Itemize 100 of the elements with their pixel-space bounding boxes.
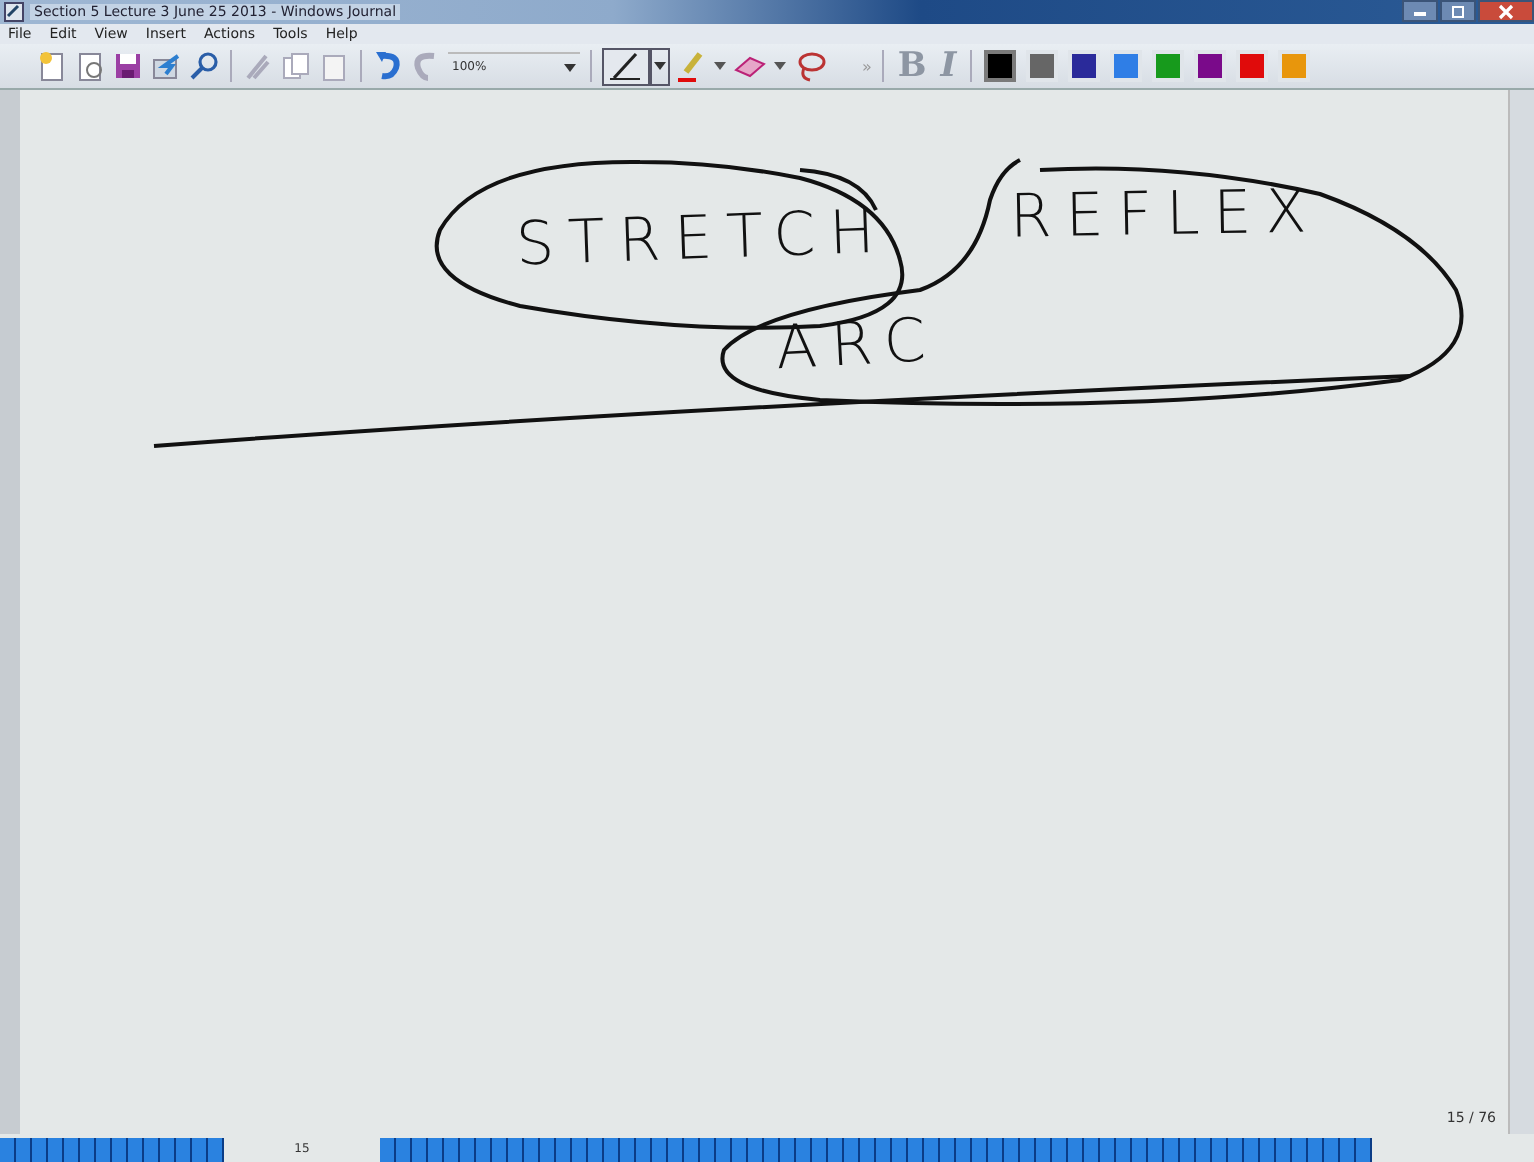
caret-icon[interactable] [714, 62, 726, 70]
page-thumbnail[interactable] [1052, 1138, 1068, 1162]
page-thumbnail[interactable] [492, 1138, 508, 1162]
page-thumbnail[interactable] [428, 1138, 444, 1162]
page-thumbnail[interactable] [412, 1138, 428, 1162]
page-thumbnail[interactable] [524, 1138, 540, 1162]
page-thumbnail[interactable] [208, 1138, 224, 1162]
handwritten-text: STRETCH [515, 203, 890, 277]
page-thumbnail[interactable] [636, 1138, 652, 1162]
page-thumbnail[interactable] [1324, 1138, 1340, 1162]
page-thumbnail[interactable] [700, 1138, 716, 1162]
page-thumbnail[interactable] [668, 1138, 684, 1162]
page-thumbnail[interactable] [540, 1138, 556, 1162]
page-thumbnail[interactable] [796, 1138, 812, 1162]
page-thumbnail[interactable] [732, 1138, 748, 1162]
new-note-icon[interactable] [36, 50, 68, 82]
highlighter-icon[interactable] [676, 50, 708, 82]
page-thumbnail[interactable] [940, 1138, 956, 1162]
close-icon [1498, 3, 1514, 19]
page-thumbnail[interactable] [892, 1138, 908, 1162]
page-thumbnail[interactable] [64, 1138, 80, 1162]
pen-dropdown[interactable] [650, 47, 670, 85]
page-thumbnail[interactable] [620, 1138, 636, 1162]
page-thumbnail[interactable] [860, 1138, 876, 1162]
page-thumbnail[interactable] [1180, 1138, 1196, 1162]
handwritten-text: REFLEX [1009, 183, 1322, 249]
page-thumbnail[interactable] [1116, 1138, 1132, 1162]
copy-icon[interactable] [280, 50, 312, 82]
page-thumbnail[interactable] [80, 1138, 96, 1162]
page-thumbnail[interactable] [396, 1138, 412, 1162]
close-button[interactable] [1478, 0, 1534, 22]
page-thumbnail[interactable] [988, 1138, 1004, 1162]
caret-icon[interactable] [774, 62, 786, 70]
page-thumbnail[interactable] [48, 1138, 64, 1162]
page-thumbnail[interactable] [508, 1138, 524, 1162]
page-thumbnail[interactable] [572, 1138, 588, 1162]
page-thumbnail[interactable] [604, 1138, 620, 1162]
page-thumbnail[interactable] [1276, 1138, 1292, 1162]
page-thumbnail[interactable] [160, 1138, 176, 1162]
page-thumbnail[interactable] [144, 1138, 160, 1162]
page-thumbnail[interactable] [812, 1138, 828, 1162]
page-thumbnail[interactable] [972, 1138, 988, 1162]
paste-icon[interactable] [318, 50, 350, 82]
page-thumbnail[interactable] [1148, 1138, 1164, 1162]
page-thumbnail[interactable] [716, 1138, 732, 1162]
page-thumbnail[interactable] [748, 1138, 764, 1162]
minimize-button[interactable] [1402, 0, 1438, 22]
page-thumbnail[interactable] [16, 1138, 32, 1162]
page-thumbnail[interactable] [0, 1138, 16, 1162]
page-thumbnail[interactable] [176, 1138, 192, 1162]
page-thumbnail[interactable] [588, 1138, 604, 1162]
page-thumbnail[interactable] [1196, 1138, 1212, 1162]
page-thumbnail[interactable] [684, 1138, 700, 1162]
page-thumbnail[interactable] [956, 1138, 972, 1162]
page-thumbnail[interactable] [764, 1138, 780, 1162]
page-thumbnail[interactable] [1260, 1138, 1276, 1162]
page-thumbnail[interactable] [1100, 1138, 1116, 1162]
page-thumbnail[interactable] [1084, 1138, 1100, 1162]
cut-icon[interactable] [242, 50, 274, 82]
page-thumbnail[interactable] [1228, 1138, 1244, 1162]
page-thumbnail[interactable] [908, 1138, 924, 1162]
save-icon[interactable] [112, 50, 144, 82]
pen-button[interactable] [602, 47, 650, 85]
page-thumbnail[interactable] [1292, 1138, 1308, 1162]
page-thumbnail[interactable] [1340, 1138, 1356, 1162]
page-thumbnail[interactable] [828, 1138, 844, 1162]
page-thumbnail[interactable] [192, 1138, 208, 1162]
caret-icon [564, 63, 576, 71]
caret-icon [654, 62, 666, 70]
page-thumbnail[interactable] [1164, 1138, 1180, 1162]
page-thumbnail[interactable] [380, 1138, 396, 1162]
page-thumbnail[interactable] [1020, 1138, 1036, 1162]
page-thumbnail[interactable] [112, 1138, 128, 1162]
scrollbar[interactable] [1508, 90, 1534, 1134]
undo-icon[interactable] [372, 50, 404, 82]
maximize-button[interactable] [1440, 0, 1476, 22]
page-thumbnail[interactable] [1244, 1138, 1260, 1162]
page-thumbnail[interactable] [128, 1138, 144, 1162]
page-thumbnail[interactable] [780, 1138, 796, 1162]
page-thumbnail[interactable] [1212, 1138, 1228, 1162]
open-note-icon[interactable] [74, 50, 106, 82]
page-thumbnail[interactable] [32, 1138, 48, 1162]
page-thumbnail[interactable] [1068, 1138, 1084, 1162]
page-thumbnail[interactable] [652, 1138, 668, 1162]
maximize-icon [1450, 3, 1466, 19]
page-thumbnail[interactable] [1356, 1138, 1372, 1162]
page-thumbnail[interactable] [924, 1138, 940, 1162]
page-thumbnail[interactable] [844, 1138, 860, 1162]
page-thumbnail[interactable] [476, 1138, 492, 1162]
color-swatch[interactable] [984, 50, 1017, 82]
page-thumbnail[interactable] [876, 1138, 892, 1162]
page-thumbnail[interactable] [1132, 1138, 1148, 1162]
page-thumbnail[interactable] [556, 1138, 572, 1162]
page-thumbnail[interactable] [1308, 1138, 1324, 1162]
page-thumbnail[interactable] [444, 1138, 460, 1162]
search-icon[interactable] [188, 50, 220, 82]
page-thumbnail[interactable] [460, 1138, 476, 1162]
page-thumbnail[interactable] [1004, 1138, 1020, 1162]
page-thumbnail[interactable] [1036, 1138, 1052, 1162]
page-thumbnail[interactable] [96, 1138, 112, 1162]
